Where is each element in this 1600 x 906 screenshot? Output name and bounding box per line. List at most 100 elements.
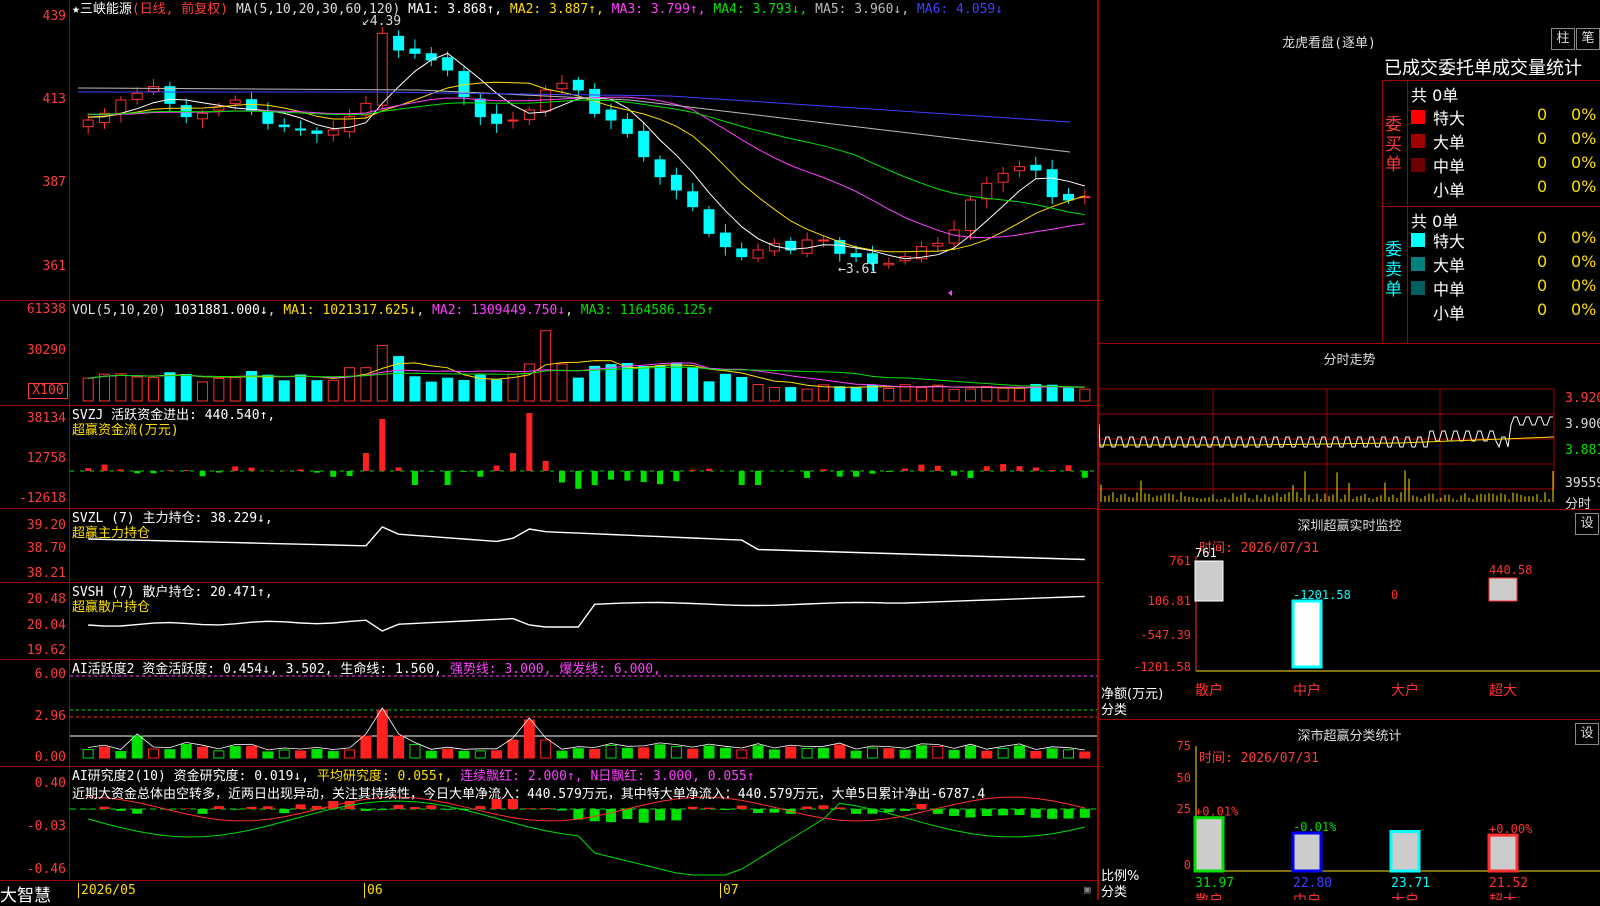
volume-bar [753, 385, 763, 401]
class-stats-panel[interactable]: 深市超赢分类统计 设 时间: 2026/07/31 755025031.97+0… [1099, 721, 1600, 900]
volume-bar [949, 389, 959, 401]
research-bar [900, 809, 910, 811]
volume-bar [671, 364, 681, 401]
flow-bar [706, 469, 712, 471]
candle-body [851, 254, 861, 257]
activity-bar [426, 751, 436, 758]
candle-body [377, 33, 387, 105]
order-size-label: 大单 [1433, 129, 1465, 153]
flow-bar [183, 470, 189, 471]
axis-label: 6.00 [0, 668, 66, 682]
intraday-axis-label: 3.881 [1565, 443, 1600, 458]
activity-bar [214, 751, 224, 758]
research-bar [688, 807, 698, 809]
activity-bar [606, 745, 616, 758]
lock-icon[interactable]: ▣ [1084, 883, 1091, 896]
activity-bar [1031, 751, 1041, 758]
svzj-panel[interactable]: 38134 12758 -12618 SVZJ 活跃资金进出: 440.540↑… [0, 406, 1097, 509]
candle-body [410, 49, 420, 53]
activity-bar [835, 745, 845, 758]
monitor-bottom-border [1099, 719, 1600, 720]
activity-bar [720, 748, 730, 758]
change-label: +0.00% [1489, 822, 1533, 836]
bar-view-button[interactable]: 柱 [1551, 28, 1575, 50]
order-count: 0 [1537, 228, 1547, 247]
chart-mode[interactable]: (日线, 前复权) [132, 2, 228, 17]
tick-view-button[interactable]: 笔 [1576, 28, 1600, 50]
volume-bar [737, 377, 747, 401]
flow-bar [804, 471, 810, 478]
sell-label: 委卖单 [1385, 240, 1405, 300]
flow-bar [788, 471, 794, 472]
volume-bar [149, 378, 159, 401]
buy-total: 共 0单 [1411, 82, 1458, 106]
category-label: 大户 [1391, 682, 1419, 699]
flow-bar [755, 471, 761, 485]
vol-ma2: MA2: 1309449.750↓ [432, 303, 565, 318]
flow-bar [330, 471, 336, 477]
axis-label: 19.62 [0, 644, 66, 658]
activity-bar [965, 746, 975, 758]
intraday-axis-label: 3.900 [1565, 417, 1600, 432]
volume-bar [132, 377, 142, 401]
axis-label: 106.81 [1148, 594, 1191, 608]
activity-bar [867, 748, 877, 758]
research-bar [116, 809, 126, 811]
order-count: 0 [1537, 300, 1547, 319]
research-bar [443, 809, 453, 810]
activity-bar [769, 750, 779, 758]
flow-bar [477, 471, 483, 477]
category-label: 中户 [1293, 682, 1321, 699]
ma1-line [88, 53, 1085, 258]
flow-bar [624, 471, 630, 481]
intraday-panel[interactable]: 分时走势 3.920 3.900 3.881 39559 分时 [1099, 345, 1600, 510]
low-marker: ←3.61 [838, 262, 877, 277]
candle-body [998, 173, 1008, 182]
activity-bar [655, 745, 665, 758]
svsh-panel[interactable]: 20.48 20.04 19.62 SVSH (7) 散户持仓: 20.471↑… [0, 583, 1097, 660]
volume-bar [802, 389, 812, 401]
order-percent: 0% [1571, 252, 1596, 271]
axis-label: 0.00 [0, 751, 66, 765]
volume-bar [296, 375, 306, 401]
activity-bar [802, 749, 812, 758]
svzl-panel[interactable]: 39.20 38.70 38.21 SVZL (7) 主力持仓: 38.229↓… [0, 509, 1097, 583]
unit-badge: X100 [28, 383, 68, 399]
flow-bar [918, 465, 924, 471]
price-panel[interactable]: 439 413 387 361 ★三峡能源(日线, 前复权) MA(5,10,2… [0, 0, 1097, 301]
candle-body [1031, 165, 1041, 170]
category-label: 超大 [1489, 893, 1517, 900]
research-bar [835, 807, 845, 809]
candle-body [688, 192, 698, 207]
stock-name[interactable]: ★三峡能源 [72, 2, 132, 17]
candle-body [933, 243, 943, 246]
activity-bar [949, 750, 959, 758]
research-bar [769, 809, 779, 813]
flow-bar [363, 453, 369, 471]
research-bar [132, 809, 142, 814]
volume-bar [181, 374, 191, 401]
lhb-title: 龙虎看盘(逐单) [1099, 32, 1559, 51]
ai-activity-panel[interactable]: 6.00 2.96 0.00 AI活跃度2 资金活跃度: 0.454↓, 3.5… [0, 660, 1097, 767]
volume-bar [655, 366, 665, 401]
ma-value: MA3: 3.799↑, [604, 2, 706, 17]
lhb-bottom-border [1099, 343, 1600, 344]
bar-value: 761 [1195, 546, 1217, 560]
monitor-xlabel: 分类 [1101, 699, 1127, 718]
monitor-panel[interactable]: 深圳超赢实时监控 设 时间: 2026/07/31 761106.81-547.… [1099, 511, 1600, 720]
volume-bar [933, 385, 943, 401]
ratio-bar [1391, 831, 1419, 871]
axis-label: 0 [1184, 858, 1191, 872]
activity-bar [1014, 746, 1024, 758]
research-bar [704, 808, 714, 809]
flow-bar [690, 470, 696, 471]
flow-bar [151, 471, 157, 473]
order-count: 0 [1537, 129, 1547, 148]
volume-bar [263, 375, 273, 401]
intraday-bottom-border [1099, 509, 1600, 510]
volume-bar [410, 377, 420, 401]
candlestick-chart[interactable] [70, 0, 1097, 300]
ai-research-panel[interactable]: 0.40 -0.03 -0.46 AI研究度2(10) 资金研究度: 0.019… [0, 767, 1097, 879]
volume-panel[interactable]: 61338 30290 X100 VOL(5,10,20) 1031881.00… [0, 301, 1097, 406]
svzj-sublabel: 超赢资金流(万元) [72, 423, 179, 438]
